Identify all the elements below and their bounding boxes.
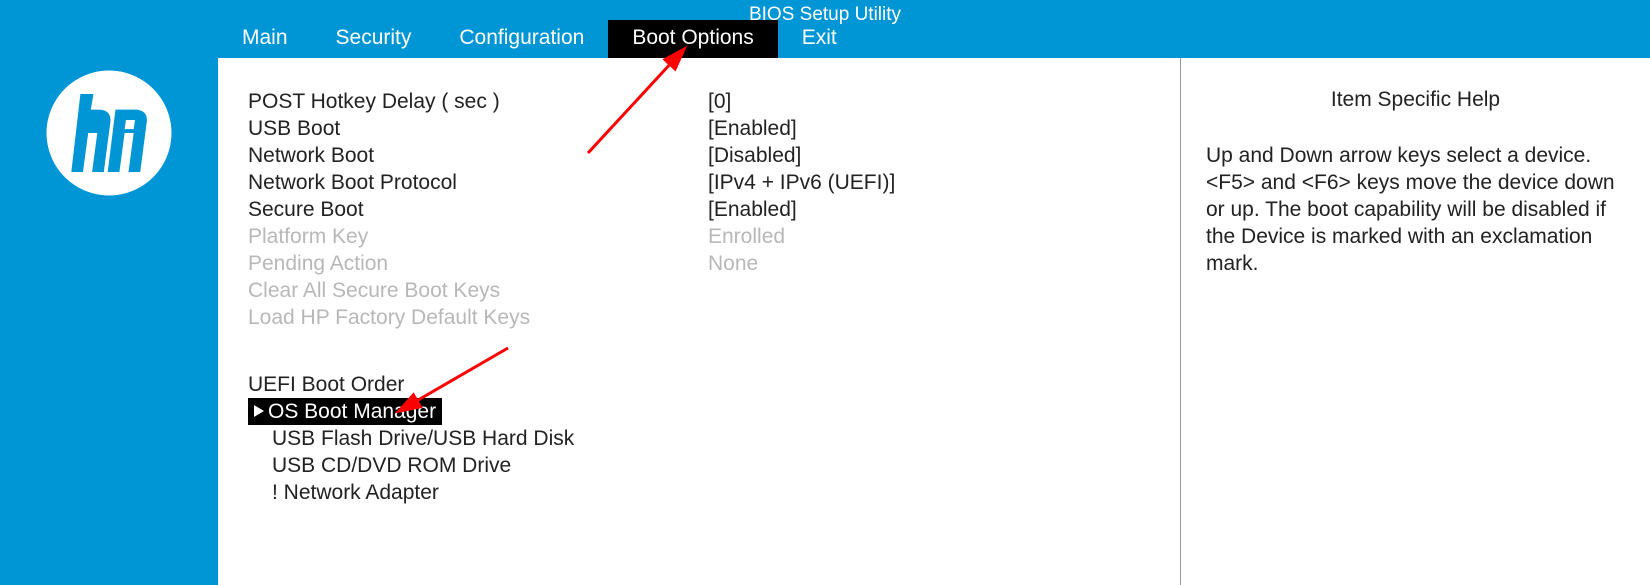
value-post-hotkey-delay: [0] — [708, 88, 1150, 115]
boot-item-network[interactable]: ! Network Adapter — [248, 479, 708, 506]
value-usb-boot: [Enabled] — [708, 115, 1150, 142]
setting-clear-sb-keys: Clear All Secure Boot Keys — [248, 277, 708, 304]
setting-pending-action: Pending Action — [248, 250, 708, 277]
value-platform-key: Enrolled — [708, 223, 1150, 250]
setting-usb-boot[interactable]: USB Boot — [248, 115, 708, 142]
setting-network-boot-protocol[interactable]: Network Boot Protocol — [248, 169, 708, 196]
setting-post-hotkey-delay[interactable]: POST Hotkey Delay ( sec ) — [248, 88, 708, 115]
boot-item-os-boot-manager[interactable]: OS Boot Manager — [248, 398, 442, 425]
setting-load-hp-keys: Load HP Factory Default Keys — [248, 304, 708, 331]
tab-security[interactable]: Security — [312, 20, 436, 58]
tab-main[interactable]: Main — [218, 20, 312, 58]
boot-item-usb-flash[interactable]: USB Flash Drive/USB Hard Disk — [248, 425, 708, 452]
tab-bar: Main Security Configuration Boot Options… — [218, 20, 861, 58]
triangle-right-icon — [254, 405, 264, 417]
logo-panel — [0, 58, 218, 585]
tab-boot-options[interactable]: Boot Options — [608, 20, 777, 58]
tab-exit[interactable]: Exit — [778, 20, 861, 58]
boot-item-usb-cd[interactable]: USB CD/DVD ROM Drive — [248, 452, 708, 479]
value-network-boot: [Disabled] — [708, 142, 1150, 169]
boot-item-label: OS Boot Manager — [250, 400, 436, 423]
setting-platform-key: Platform Key — [248, 223, 708, 250]
settings-pane: POST Hotkey Delay ( sec ) USB Boot Netwo… — [218, 58, 1180, 585]
help-title: Item Specific Help — [1206, 88, 1625, 112]
tab-configuration[interactable]: Configuration — [435, 20, 608, 58]
help-pane: Item Specific Help Up and Down arrow key… — [1180, 58, 1650, 585]
setting-secure-boot[interactable]: Secure Boot — [248, 196, 708, 223]
uefi-boot-order-header: UEFI Boot Order — [248, 371, 708, 398]
help-body: Up and Down arrow keys select a device. … — [1206, 142, 1625, 277]
value-secure-boot: [Enabled] — [708, 196, 1150, 223]
hp-logo-icon — [44, 68, 174, 198]
setting-network-boot[interactable]: Network Boot — [248, 142, 708, 169]
value-network-boot-protocol: [IPv4 + IPv6 (UEFI)] — [708, 169, 1150, 196]
value-pending-action: None — [708, 250, 1150, 277]
